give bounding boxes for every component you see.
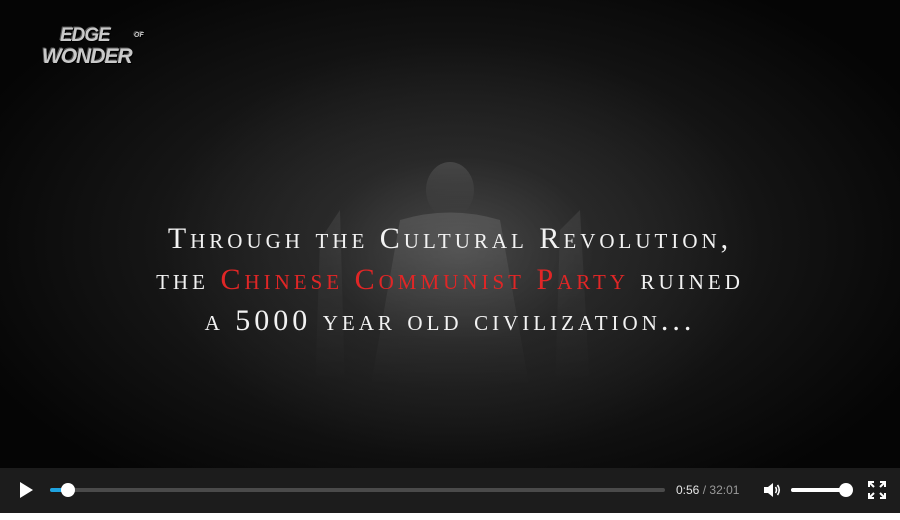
speaker-icon <box>764 483 781 497</box>
time-separator: / <box>702 483 707 497</box>
caption-line-3: a 5000 year old civilization... <box>204 304 696 337</box>
duration: 32:01 <box>709 483 740 497</box>
edge-of-wonder-logo: EDGE OF WONDER <box>42 26 172 70</box>
logo-text-wonder: WONDER <box>42 45 133 68</box>
video-player[interactable]: EDGE OF WONDER Through the Cultural Revo… <box>0 0 900 513</box>
logo-text-of: OF <box>134 32 144 39</box>
logo-text-edge: EDGE <box>60 25 111 46</box>
play-icon <box>20 482 33 498</box>
seek-bar[interactable] <box>50 483 665 497</box>
time-display: 0:56 / 32:01 <box>676 483 739 497</box>
control-bar: 0:56 / 32:01 <box>0 468 900 513</box>
fullscreen-button[interactable] <box>867 480 887 500</box>
volume-handle[interactable] <box>839 483 854 497</box>
seek-handle[interactable] <box>60 483 75 497</box>
caption-line-2-end: ruined <box>629 263 744 296</box>
caption-line-2: the Chinese Communist Party ruined <box>0 259 900 300</box>
current-time: 0:56 <box>676 483 700 497</box>
mute-button[interactable] <box>762 480 782 500</box>
volume-level <box>791 488 847 492</box>
fullscreen-icon <box>868 481 886 499</box>
caption-highlight: Chinese Communist Party <box>220 263 630 296</box>
volume-slider[interactable] <box>791 483 854 497</box>
seek-track <box>50 488 665 492</box>
play-button[interactable] <box>14 479 36 501</box>
video-frame[interactable]: EDGE OF WONDER Through the Cultural Revo… <box>0 0 900 468</box>
video-caption: Through the Cultural Revolution, the Chi… <box>0 218 900 341</box>
caption-line-1: Through the Cultural Revolution, <box>167 222 733 255</box>
caption-line-2-start: the <box>156 263 221 296</box>
